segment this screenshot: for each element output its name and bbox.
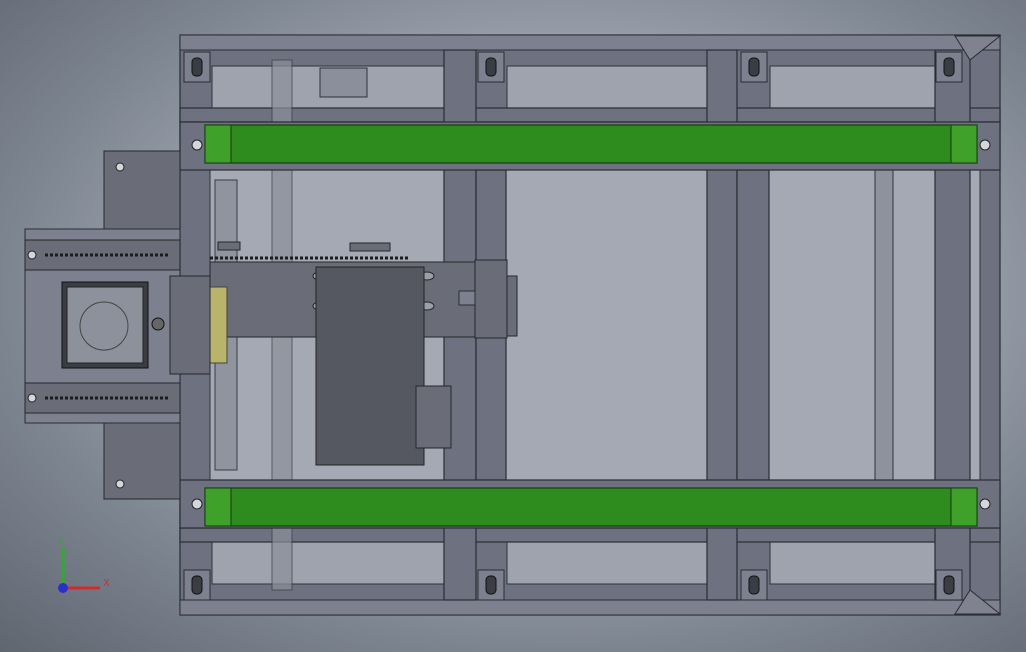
post-thin bbox=[874, 169, 894, 481]
lower-right-bolt bbox=[979, 498, 991, 510]
chain-sprocket bbox=[217, 241, 241, 251]
outrigger-bolt-bottom bbox=[115, 479, 125, 489]
bottom-cell-2 bbox=[506, 541, 708, 585]
coupling-bracket bbox=[169, 275, 211, 375]
mount-tab bbox=[474, 259, 508, 339]
coordinate-triad: Y X bbox=[57, 537, 110, 593]
drive-motor[interactable] bbox=[315, 266, 425, 466]
gearbox-face bbox=[66, 286, 144, 364]
upper-belt-left-roller bbox=[204, 124, 232, 164]
top-rail bbox=[179, 34, 1001, 51]
top-cell-2 bbox=[506, 65, 708, 109]
upper-belt-right-roller bbox=[950, 124, 978, 164]
mount-block bbox=[458, 290, 476, 306]
tensioner-block bbox=[209, 286, 228, 364]
cad-viewport[interactable]: Y X bbox=[0, 0, 1026, 652]
upper-belt bbox=[204, 124, 978, 164]
y-axis-label: Y bbox=[57, 537, 65, 548]
chain-guard bbox=[349, 242, 391, 252]
gearbox-bolt-top bbox=[27, 250, 37, 260]
outrigger-bolt-top bbox=[115, 162, 125, 172]
coupling bbox=[151, 317, 165, 331]
lower-belt-left-roller bbox=[204, 487, 232, 527]
bottom-cell-1 bbox=[211, 541, 445, 585]
upper-right-bolt bbox=[979, 139, 991, 151]
mount-tab-edge bbox=[506, 275, 518, 337]
bottom-cell-3 bbox=[769, 541, 936, 585]
bottom-rail bbox=[179, 599, 1001, 616]
top-cell-3 bbox=[769, 65, 936, 109]
lower-belt-right-roller bbox=[950, 487, 978, 527]
upper-left-bolt bbox=[191, 139, 203, 151]
post-2b bbox=[736, 169, 770, 481]
gearbox-bolt-bottom bbox=[27, 393, 37, 403]
motor-junction-box bbox=[415, 385, 452, 449]
lower-left-bolt bbox=[191, 498, 203, 510]
x-axis-label: X bbox=[103, 578, 110, 589]
top-bracket bbox=[319, 67, 368, 98]
lower-belt bbox=[204, 487, 978, 527]
lower-crossbar bbox=[179, 527, 1001, 543]
upper-crossbar bbox=[179, 107, 1001, 123]
